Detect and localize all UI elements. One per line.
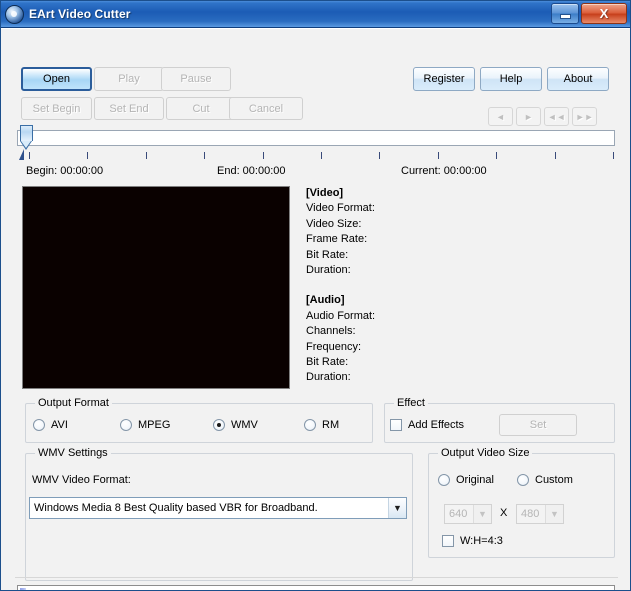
radio-dot-custom <box>517 474 529 486</box>
output-width-value: 640 <box>449 508 468 520</box>
set-end-button[interactable]: Set End <box>94 97 164 120</box>
effect-title: Effect <box>394 397 428 409</box>
radio-size-original[interactable]: Original <box>438 474 494 486</box>
size-x-separator: X <box>500 507 508 519</box>
timeline-slider-thumb[interactable] <box>20 125 33 150</box>
radio-dot-original <box>438 474 450 486</box>
radio-label-wmv: WMV <box>231 419 258 431</box>
client-area: Open Play Pause Set Begin Set End Cut Ca… <box>1 28 630 590</box>
fast-forward-button[interactable]: ►► <box>572 107 597 126</box>
video-bit-rate-label: Bit Rate: <box>306 248 349 261</box>
about-button[interactable]: About <box>547 67 609 91</box>
timeline-ticks <box>17 151 615 160</box>
aspect-ratio-label: W:H=4:3 <box>460 535 503 547</box>
current-time-label: Current: 00:00:00 <box>401 165 487 177</box>
window-title: EArt Video Cutter <box>29 7 131 21</box>
open-button[interactable]: Open <box>21 67 92 91</box>
timeline-tick <box>87 152 88 159</box>
begin-time-label: Begin: 00:00:00 <box>26 165 104 177</box>
timeline-tick <box>438 152 439 159</box>
chevron-down-icon[interactable]: ▼ <box>388 498 406 518</box>
audio-channels-label: Channels: <box>306 325 356 338</box>
help-button[interactable]: Help <box>480 67 542 91</box>
radio-label-original: Original <box>456 474 494 486</box>
output-video-size-title: Output Video Size <box>438 447 533 459</box>
output-height-value: 480 <box>521 508 540 520</box>
audio-format-label: Audio Format: <box>306 309 376 322</box>
timeline-tick <box>321 152 322 159</box>
aspect-ratio-checkbox[interactable]: W:H=4:3 <box>442 535 503 547</box>
application-window: EArt Video Cutter X Open Play Pause Set … <box>0 0 631 591</box>
radio-label-custom: Custom <box>535 474 573 486</box>
cut-button[interactable]: Cut <box>166 97 236 120</box>
chevron-down-icon-height[interactable]: ▼ <box>545 505 563 523</box>
radio-dot-avi <box>33 419 45 431</box>
checkbox-box-aspect-ratio <box>442 535 454 547</box>
set-begin-button[interactable]: Set Begin <box>21 97 92 120</box>
radio-dot-mpeg <box>120 419 132 431</box>
cancel-button[interactable]: Cancel <box>229 97 303 120</box>
next-frame-button[interactable]: ► <box>516 107 541 126</box>
radio-label-avi: AVI <box>51 419 68 431</box>
wmv-video-format-value: Windows Media 8 Best Quality based VBR f… <box>34 502 318 514</box>
wmv-video-format-select[interactable]: Windows Media 8 Best Quality based VBR f… <box>29 497 407 519</box>
video-size-label: Video Size: <box>306 217 362 230</box>
output-format-title: Output Format <box>35 397 112 409</box>
end-time-label: End: 00:00:00 <box>217 165 286 177</box>
close-button[interactable]: X <box>581 3 627 24</box>
chevron-down-icon-width[interactable]: ▼ <box>473 505 491 523</box>
audio-duration-label: Duration: <box>306 371 351 384</box>
window-controls: X <box>551 3 627 24</box>
radio-dot-wmv <box>213 419 225 431</box>
slider-thumb-body <box>20 125 33 141</box>
wmv-settings-title: WMV Settings <box>35 447 111 459</box>
audio-bit-rate-label: Bit Rate: <box>306 356 349 369</box>
begin-marker-icon <box>19 149 24 160</box>
pause-button[interactable]: Pause <box>161 67 231 91</box>
progress-bar <box>17 585 615 590</box>
play-button[interactable]: Play <box>94 67 164 91</box>
video-format-label: Video Format: <box>306 202 375 215</box>
bottom-divider <box>15 577 618 578</box>
effect-set-button[interactable]: Set <box>499 414 577 436</box>
register-button[interactable]: Register <box>413 67 475 91</box>
radio-output-rm[interactable]: RM <box>304 419 339 431</box>
timeline-tick <box>204 152 205 159</box>
radio-size-custom[interactable]: Custom <box>517 474 573 486</box>
radio-output-avi[interactable]: AVI <box>33 419 68 431</box>
timeline-tick <box>496 152 497 159</box>
output-width-select[interactable]: 640 ▼ <box>444 504 492 524</box>
timeline-tick <box>29 152 30 159</box>
video-preview-surface[interactable] <box>22 186 290 389</box>
timeline-tick <box>555 152 556 159</box>
timeline-tick <box>613 152 614 159</box>
media-info-panel: [Video] Video Format: Video Size: Frame … <box>306 186 476 386</box>
audio-section-heading: [Audio] <box>306 294 345 307</box>
prev-frame-button[interactable]: ◄ <box>488 107 513 126</box>
minimize-button[interactable] <box>551 3 579 24</box>
timeline-tick <box>379 152 380 159</box>
rewind-button[interactable]: ◄◄ <box>544 107 569 126</box>
audio-frequency-label: Frequency: <box>306 340 362 353</box>
radio-label-mpeg: MPEG <box>138 419 171 431</box>
wmv-video-format-label: WMV Video Format: <box>32 474 131 486</box>
radio-dot-rm <box>304 419 316 431</box>
radio-output-wmv[interactable]: WMV <box>213 419 258 431</box>
radio-label-rm: RM <box>322 419 340 431</box>
title-bar[interactable]: EArt Video Cutter X <box>1 1 630 28</box>
video-duration-label: Duration: <box>306 264 351 277</box>
radio-output-mpeg[interactable]: MPEG <box>120 419 170 431</box>
video-section-heading: [Video] <box>306 187 344 199</box>
add-effects-checkbox[interactable]: Add Effects <box>390 419 464 431</box>
add-effects-label: Add Effects <box>408 419 465 431</box>
timeline-tick <box>146 152 147 159</box>
video-frame-rate-label: Frame Rate: <box>306 233 368 246</box>
minimize-icon <box>559 13 571 19</box>
checkbox-box-add-effects <box>390 419 402 431</box>
output-height-select[interactable]: 480 ▼ <box>516 504 564 524</box>
timeline-tick <box>263 152 264 159</box>
app-disc-icon <box>5 4 24 24</box>
timeline-track[interactable] <box>17 130 615 146</box>
